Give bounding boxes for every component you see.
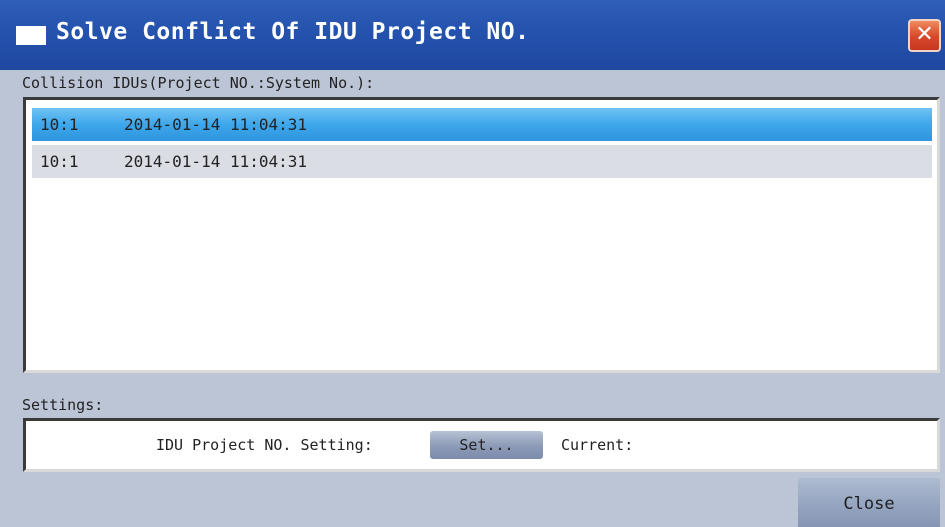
settings-panel: IDU Project NO. Setting: Set... Current: — [23, 418, 940, 472]
project-system-value: 10:1 — [40, 152, 79, 171]
datetime-value: 2014-01-14 11:04:31 — [124, 152, 308, 171]
title-bar: Solve Conflict Of IDU Project NO. ✕ — [0, 0, 945, 70]
window-icon — [16, 26, 46, 45]
setting-label: IDU Project NO. Setting: — [156, 436, 373, 454]
settings-label: Settings: — [22, 396, 104, 414]
dialog-window: Solve Conflict Of IDU Project NO. ✕ Coll… — [0, 0, 945, 527]
project-system-value: 10:1 — [40, 115, 79, 134]
close-icon[interactable]: ✕ — [908, 19, 941, 52]
window-title: Solve Conflict Of IDU Project NO. — [56, 19, 530, 45]
list-item[interactable]: 10:1 2014-01-14 11:04:31 — [32, 145, 932, 178]
datetime-value: 2014-01-14 11:04:31 — [124, 115, 308, 134]
close-button[interactable]: Close — [798, 478, 940, 527]
current-label: Current: — [561, 436, 634, 454]
set-button[interactable]: Set... — [430, 431, 543, 459]
collision-label: Collision IDUs(Project NO.:System No.): — [22, 74, 375, 92]
collision-list[interactable]: 10:1 2014-01-14 11:04:31 10:1 2014-01-14… — [23, 97, 940, 373]
list-item[interactable]: 10:1 2014-01-14 11:04:31 — [32, 108, 932, 141]
